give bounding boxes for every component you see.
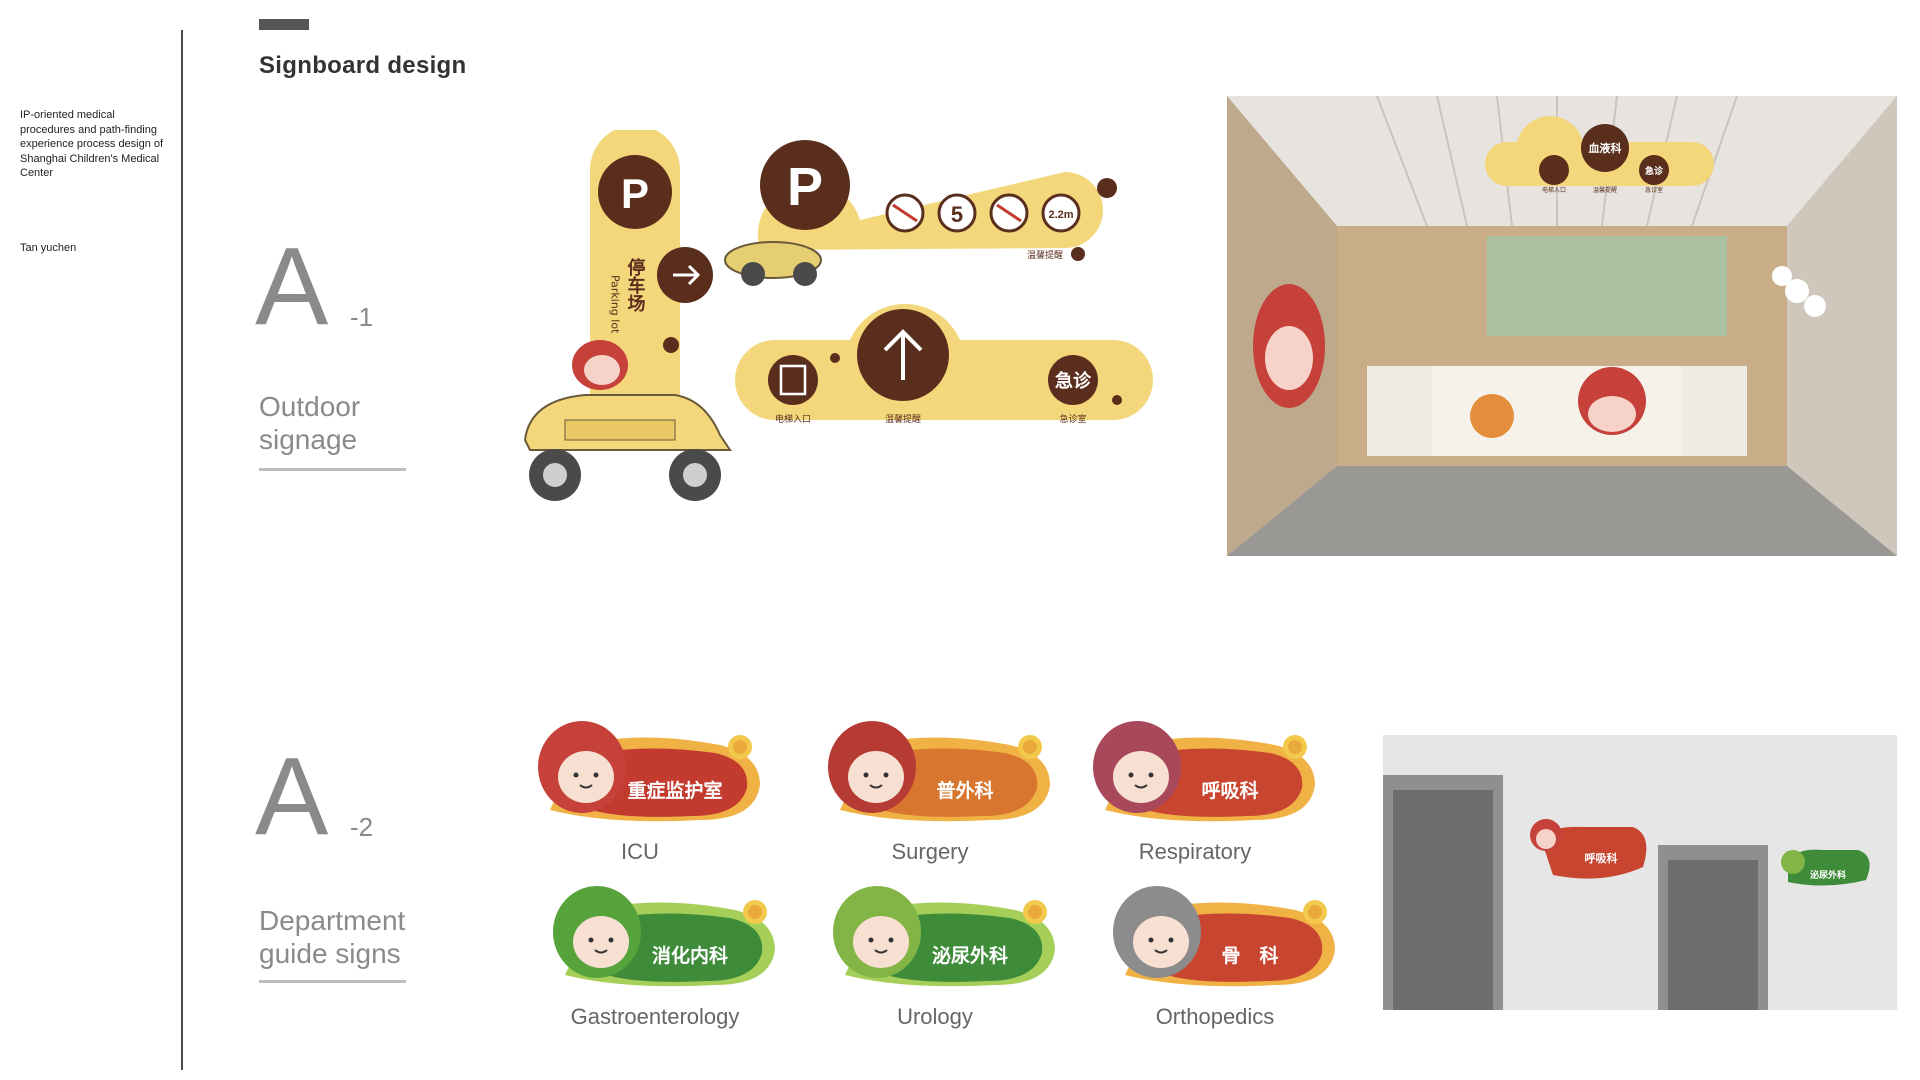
hanging-sign-right: 急诊 (1645, 165, 1664, 177)
department-sign: 泌尿外科 Urology (825, 880, 1065, 1029)
department-sign-graphic: 泌尿外科 (833, 886, 1055, 987)
section-label: Department guide signs (259, 904, 405, 970)
section-label-line: Outdoor (259, 391, 361, 422)
speed-limit-value: 5 (951, 202, 963, 227)
sidebar-divider (181, 30, 183, 1070)
hanging-sign-center-small: 温馨提醒 (1593, 186, 1617, 194)
department-name-cn: 消化内科 (652, 944, 728, 967)
department-sign-graphic: 重症监护室 (538, 721, 760, 822)
author-name: Tan yuchen (20, 242, 77, 254)
wall-sign-2: 泌尿外科 (1810, 869, 1846, 881)
project-description: IP-oriented medical procedures and path-… (20, 109, 164, 179)
hanging-sign-center: 血液科 (1589, 141, 1622, 155)
page-title: Signboard design (259, 52, 467, 79)
lobby-rendering: 血液科 急诊 电梯入口 温馨提醒 急诊室 (1227, 96, 1897, 556)
parking-horizontal-sign: P 5 2.2m 温馨提醒 (724, 140, 1117, 286)
hanging-sign-right-small: 急诊室 (1645, 186, 1663, 194)
section-letter: A (255, 225, 329, 348)
department-name-en: Surgery (891, 839, 969, 864)
department-name-cn: 呼吸科 (1201, 779, 1258, 802)
section-label: Outdoor signage (259, 390, 360, 456)
department-sign-graphic: 消化内科 (553, 886, 775, 987)
direction-notice: 温馨提醒 (885, 413, 921, 425)
department-name-cn: 骨 科 (1221, 944, 1278, 967)
department-name-en: Orthopedics (1155, 1004, 1275, 1029)
direction-emergency-room: 急诊室 (1059, 413, 1086, 425)
department-sign: 呼吸科 Respiratory (1085, 715, 1325, 864)
lobby-photo: 血液科 急诊 电梯入口 温馨提醒 急诊室 (1227, 96, 1897, 556)
department-sign-graphic: 普外科 (828, 721, 1050, 822)
section-label-line: Department (259, 905, 406, 936)
section-letter: A (255, 735, 329, 858)
height-limit-value: 2.2m (1048, 209, 1073, 221)
direction-elevator-label: 电梯入口 (775, 413, 811, 425)
car-mascot-illustration (523, 340, 732, 501)
department-sign-graphic: 骨 科 (1113, 886, 1335, 987)
department-name-cn: 重症监护室 (627, 779, 722, 802)
department-name-en: Urology (897, 1004, 973, 1029)
wall-rendering: 呼吸科 泌尿外科 (1383, 735, 1897, 1010)
department-sign-graphic: 呼吸科 (1093, 721, 1315, 822)
department-name-en: Respiratory (1138, 839, 1252, 864)
hanging-sign-left-small: 电梯入口 (1542, 186, 1566, 194)
department-name-en: Gastroenterology (570, 1004, 740, 1029)
department-sign: 重症监护室 ICU (530, 715, 770, 864)
section-number: -2 (350, 812, 374, 842)
wall-photo: 呼吸科 泌尿外科 (1383, 735, 1897, 1010)
parking-p-letter: P (787, 157, 823, 217)
section-number: -1 (350, 302, 374, 332)
parking-p-letter: P (621, 170, 649, 217)
parking-notice: 温馨提醒 (1027, 249, 1063, 261)
department-sign: 骨 科 Orthopedics (1105, 880, 1345, 1029)
title-accent-bar (259, 19, 309, 30)
wall-sign-1: 呼吸科 (1585, 851, 1618, 865)
outdoor-signage-illustrations: P 停车场 Parking lot P 5 2.2m 温馨提醒 急诊 电梯入口 … (523, 130, 1153, 501)
department-name-cn: 泌尿外科 (932, 944, 1008, 967)
parking-vertical-cn: 停车场 (625, 257, 646, 312)
parking-vertical-en: Parking lot (609, 275, 622, 334)
section-label-line: guide signs (259, 938, 401, 969)
department-sign: 消化内科 Gastroenterology (545, 880, 785, 1029)
section-underline (259, 468, 406, 471)
section-underline (259, 980, 406, 983)
section-label-line: signage (259, 424, 358, 455)
department-name-en: ICU (621, 839, 659, 864)
department-sign: 普外科 Surgery (820, 715, 1060, 864)
department-name-cn: 普外科 (936, 779, 993, 802)
direction-sign: 急诊 电梯入口 温馨提醒 急诊室 (735, 303, 1153, 425)
direction-emergency: 急诊 (1055, 370, 1092, 392)
